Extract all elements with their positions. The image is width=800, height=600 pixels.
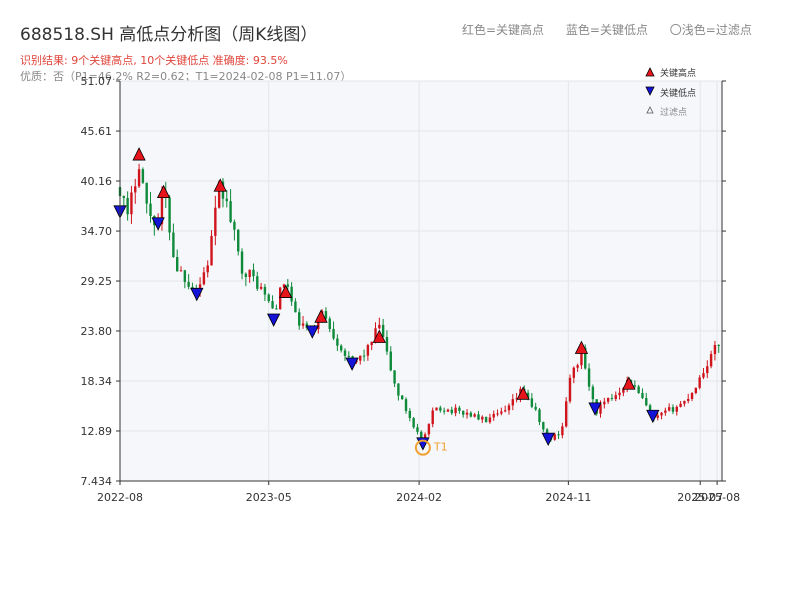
- legend-filtered-label: 过滤点: [660, 106, 687, 118]
- y-tick-label: 18.34: [81, 375, 113, 388]
- x-tick-label: 2023-05: [246, 491, 292, 504]
- candle: [484, 416, 488, 423]
- x-tick-label: 2024-02: [396, 491, 442, 504]
- y-tick-label: 12.89: [81, 425, 113, 438]
- candle: [435, 407, 438, 411]
- t1-label: T1: [433, 441, 448, 454]
- y-tick-label: 51.07: [81, 75, 113, 88]
- y-tick-label: 45.61: [81, 125, 113, 138]
- candle: [564, 397, 568, 428]
- candle: [568, 374, 572, 404]
- candle: [278, 286, 282, 310]
- candle: [401, 395, 404, 400]
- y-tick-label: 7.434: [81, 475, 113, 488]
- y-tick-label: 23.80: [81, 325, 113, 338]
- y-tick-label: 29.25: [81, 275, 113, 288]
- x-tick-label: 2025-08: [694, 491, 740, 504]
- candle: [141, 167, 145, 185]
- x-tick-label: 2022-08: [97, 491, 143, 504]
- candlestick-chart: T1 7.434 12.89 18.34 23.80 29.25 34.70 40.16 45…: [81, 67, 741, 504]
- candle: [412, 416, 415, 429]
- legend-high-marker: [645, 67, 655, 77]
- x-tick-label: 2024-11: [545, 491, 591, 504]
- legend-high-label: 关键高点: [660, 67, 696, 79]
- y-tick-label: 34.70: [81, 225, 113, 238]
- legend-low-label: 关键低点: [660, 87, 696, 99]
- y-tick-label: 40.16: [81, 175, 113, 188]
